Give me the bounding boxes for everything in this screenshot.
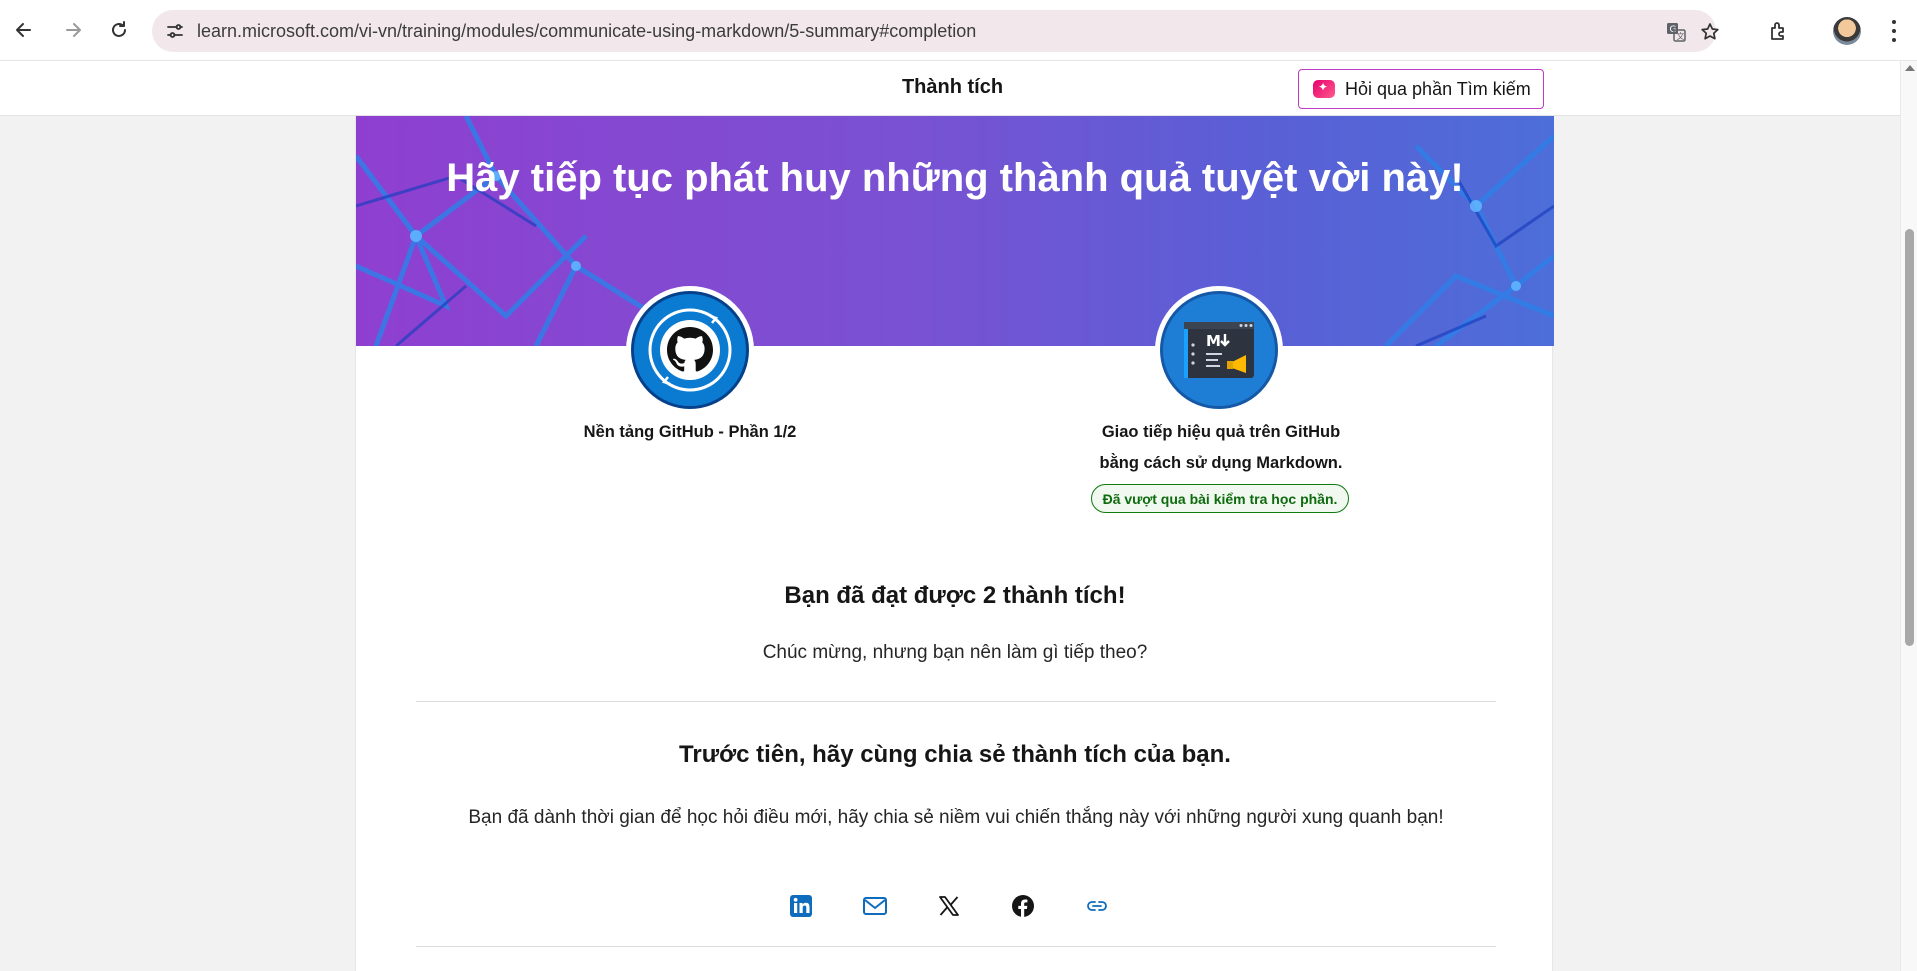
github-badge-icon — [631, 291, 749, 409]
site-info-icon[interactable] — [164, 20, 186, 42]
github-badge-label: Nền tảng GitHub - Phần 1/2 — [583, 423, 797, 441]
achievements-heading: Bạn đã đạt được 2 thành tích! — [784, 582, 1126, 609]
translate-icon[interactable]: G文 — [1664, 20, 1688, 44]
share-text: Bạn đã dành thời gian để học hỏi điều mớ… — [468, 807, 1444, 828]
forward-button[interactable] — [58, 15, 88, 45]
share-email-button[interactable] — [860, 891, 890, 921]
reload-icon — [112, 21, 126, 37]
hero-banner: Hãy tiếp tục phát huy những thành quả tu… — [356, 116, 1554, 346]
network-graphic — [356, 116, 1554, 346]
share-facebook-button[interactable] — [1008, 891, 1038, 921]
divider-bottom — [416, 946, 1496, 947]
star-icon[interactable] — [1698, 20, 1722, 44]
linkedin-icon — [790, 895, 812, 917]
share-linkedin-button[interactable] — [786, 891, 816, 921]
markdown-badge-label-line1: Giao tiếp hiệu quả trên GitHub — [1101, 423, 1341, 441]
address-bar[interactable]: learn.microsoft.com/vi-vn/training/modul… — [152, 10, 1719, 52]
page-title: Thành tích — [901, 76, 1004, 98]
email-icon — [863, 897, 887, 915]
share-heading: Trước tiên, hãy cùng chia sẻ thành tích … — [679, 741, 1231, 768]
share-buttons — [786, 891, 1126, 927]
markdown-badge: M — [1155, 286, 1283, 414]
extensions-icon[interactable] — [1766, 18, 1792, 44]
congrats-text: Chúc mừng, nhưng bạn nên làm gì tiếp the… — [762, 642, 1148, 663]
browser-toolbar: learn.microsoft.com/vi-vn/training/modul… — [0, 0, 1917, 61]
back-button[interactable] — [9, 15, 39, 45]
page-header: Thành tích Hỏi qua phần Tìm kiếm — [0, 61, 1900, 116]
url-text: learn.microsoft.com/vi-vn/training/modul… — [197, 21, 977, 41]
svg-text:文: 文 — [1677, 31, 1685, 41]
divider — [416, 701, 1496, 702]
forward-icon — [66, 23, 81, 37]
link-icon — [1087, 901, 1107, 911]
github-badge — [626, 286, 754, 414]
scrollbar-thumb[interactable] — [1905, 229, 1914, 646]
markdown-badge-icon: M — [1160, 291, 1278, 409]
menu-icon[interactable] — [1888, 17, 1900, 45]
svg-text:M: M — [1206, 332, 1221, 350]
achievement-card: Hãy tiếp tục phát huy những thành quả tu… — [355, 116, 1554, 971]
copy-link-button[interactable] — [1082, 891, 1112, 921]
x-icon — [939, 896, 959, 916]
back-icon — [16, 23, 31, 37]
ask-search-button[interactable]: Hỏi qua phần Tìm kiếm — [1298, 69, 1544, 109]
scroll-up-arrow[interactable] — [1905, 65, 1915, 71]
banner-headline: Hãy tiếp tục phát huy những thành quả tu… — [446, 156, 1464, 200]
ask-search-label: Hỏi qua phần Tìm kiếm — [1345, 78, 1531, 99]
markdown-badge-label: Giao tiếp hiệu quả trên GitHub bằng cách… — [1071, 417, 1371, 479]
reload-button[interactable] — [104, 15, 134, 45]
scrollbar[interactable] — [1900, 61, 1917, 971]
share-x-button[interactable] — [934, 891, 964, 921]
facebook-icon — [1012, 895, 1034, 917]
sparkle-icon — [1313, 80, 1335, 98]
passed-status-badge: Đã vượt qua bài kiểm tra học phần. — [1091, 484, 1349, 513]
markdown-badge-label-line2: bằng cách sử dụng Markdown. — [1099, 454, 1343, 472]
avatar[interactable] — [1833, 17, 1861, 45]
